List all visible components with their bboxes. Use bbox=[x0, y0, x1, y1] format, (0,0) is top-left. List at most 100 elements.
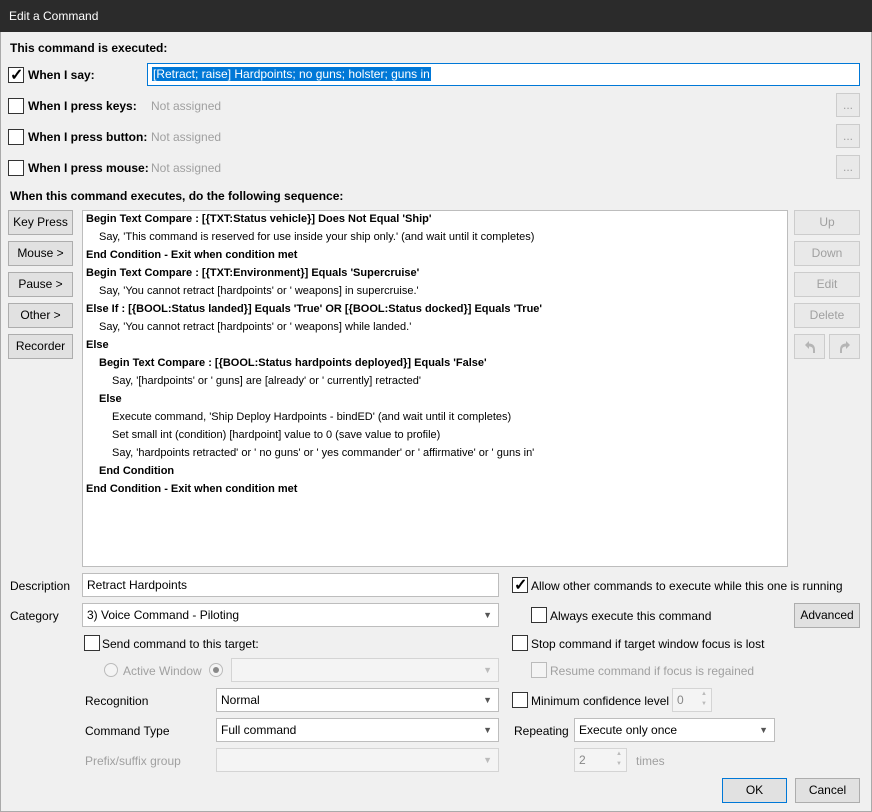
cancel-button[interactable]: Cancel bbox=[795, 778, 860, 803]
description-label: Description bbox=[10, 579, 71, 593]
times-label: times bbox=[636, 754, 665, 768]
send-target-checkbox[interactable] bbox=[84, 635, 100, 651]
category-select[interactable]: 3) Voice Command - Piloting ▼ bbox=[82, 603, 499, 627]
chevron-down-icon: ▼ bbox=[483, 725, 492, 735]
action-row[interactable]: Execute command, 'Ship Deploy Hardpoints… bbox=[112, 411, 511, 423]
when-i-say-label: When I say: bbox=[28, 68, 95, 82]
pause-menu-button[interactable]: Pause > bbox=[8, 272, 73, 297]
undo-button[interactable] bbox=[794, 334, 825, 359]
command-type-value: Full command bbox=[221, 723, 297, 737]
when-i-press-mouse-label: When I press mouse: bbox=[28, 161, 149, 175]
when-i-say-value: [Retract; raise] Hardpoints; no guns; ho… bbox=[152, 67, 431, 81]
min-confidence-checkbox[interactable] bbox=[512, 692, 528, 708]
description-input[interactable]: Retract Hardpoints bbox=[82, 573, 499, 597]
repeating-select[interactable]: Execute only once ▼ bbox=[574, 718, 775, 742]
action-row[interactable]: End Condition - Exit when condition met bbox=[86, 249, 297, 261]
recognition-label: Recognition bbox=[85, 694, 149, 708]
action-row[interactable]: Say, 'You cannot retract [hardpoints' or… bbox=[99, 285, 419, 297]
always-execute-label: Always execute this command bbox=[550, 609, 712, 623]
chevron-down-icon: ▼ bbox=[483, 610, 492, 620]
active-window-radio[interactable] bbox=[104, 663, 118, 677]
action-row[interactable]: Begin Text Compare : [{TXT:Environment}]… bbox=[86, 267, 419, 279]
delete-button[interactable]: Delete bbox=[794, 303, 860, 328]
down-button[interactable]: Down bbox=[794, 241, 860, 266]
advanced-button[interactable]: Advanced bbox=[794, 603, 860, 628]
up-button[interactable]: Up bbox=[794, 210, 860, 235]
when-i-press-keys-checkbox[interactable] bbox=[8, 98, 24, 114]
edit-button[interactable]: Edit bbox=[794, 272, 860, 297]
repeat-times-spinner[interactable]: 2 ▲ ▼ bbox=[574, 748, 627, 772]
resume-focus-checkbox[interactable] bbox=[531, 662, 547, 678]
category-label: Category bbox=[10, 609, 59, 623]
chevron-down-icon: ▼ bbox=[483, 695, 492, 705]
when-i-press-keys-label: When I press keys: bbox=[28, 99, 137, 113]
stop-focus-lost-checkbox[interactable] bbox=[512, 635, 528, 651]
repeating-label: Repeating bbox=[514, 724, 569, 738]
window-title: Edit a Command bbox=[9, 9, 99, 23]
always-execute-checkbox[interactable] bbox=[531, 607, 547, 623]
when-i-press-mouse-checkbox[interactable] bbox=[8, 160, 24, 176]
redo-button[interactable] bbox=[829, 334, 860, 359]
target-window-radio[interactable] bbox=[209, 663, 223, 677]
keys-not-assigned: Not assigned bbox=[151, 99, 222, 113]
min-confidence-spinner[interactable]: 0 ▲ ▼ bbox=[672, 688, 712, 712]
action-row[interactable]: End Condition - Exit when condition met bbox=[86, 483, 297, 495]
action-row[interactable]: Else bbox=[86, 339, 109, 351]
stop-focus-lost-label: Stop command if target window focus is l… bbox=[531, 637, 765, 651]
recognition-value: Normal bbox=[221, 693, 260, 707]
action-row[interactable]: Say, '[hardpoints' or ' guns] are [alrea… bbox=[112, 375, 421, 387]
prefix-suffix-select[interactable]: ▼ bbox=[216, 748, 499, 772]
redo-icon bbox=[839, 341, 850, 353]
active-window-label: Active Window bbox=[123, 664, 202, 678]
spin-down-icon[interactable]: ▼ bbox=[698, 700, 710, 709]
sequence-heading: When this command executes, do the follo… bbox=[10, 189, 344, 203]
spin-up-icon[interactable]: ▲ bbox=[613, 750, 625, 759]
action-row[interactable]: End Condition bbox=[99, 465, 174, 477]
min-confidence-value: 0 bbox=[677, 693, 684, 707]
mouse-not-assigned: Not assigned bbox=[151, 161, 222, 175]
chevron-down-icon: ▼ bbox=[759, 725, 768, 735]
action-row[interactable]: Set small int (condition) [hardpoint] va… bbox=[112, 429, 440, 441]
key-press-button[interactable]: Key Press bbox=[8, 210, 73, 235]
repeating-value: Execute only once bbox=[579, 723, 678, 737]
action-row[interactable]: Else If : [{BOOL:Status landed}] Equals … bbox=[86, 303, 542, 315]
ok-button[interactable]: OK bbox=[722, 778, 787, 803]
action-row[interactable]: Say, 'You cannot retract [hardpoints' or… bbox=[99, 321, 411, 333]
prefix-suffix-label: Prefix/suffix group bbox=[85, 754, 181, 768]
when-i-say-input[interactable]: [Retract; raise] Hardpoints; no guns; ho… bbox=[147, 63, 860, 86]
when-i-press-button-checkbox[interactable] bbox=[8, 129, 24, 145]
allow-other-label: Allow other commands to execute while th… bbox=[531, 579, 843, 593]
when-i-say-checkbox[interactable] bbox=[8, 65, 24, 85]
chevron-down-icon: ▼ bbox=[483, 665, 492, 675]
triggers-heading: This command is executed: bbox=[10, 41, 168, 55]
spin-up-icon[interactable]: ▲ bbox=[698, 690, 710, 699]
allow-other-checkbox[interactable] bbox=[512, 575, 528, 595]
mouse-menu-button[interactable]: Mouse > bbox=[8, 241, 73, 266]
repeat-times-value: 2 bbox=[579, 753, 586, 767]
spin-down-icon[interactable]: ▼ bbox=[613, 760, 625, 769]
undo-icon bbox=[804, 341, 815, 353]
action-row[interactable]: Begin Text Compare : [{BOOL:Status hardp… bbox=[99, 357, 487, 369]
chevron-down-icon: ▼ bbox=[483, 755, 492, 765]
min-confidence-label: Minimum confidence level bbox=[531, 694, 670, 708]
command-type-select[interactable]: Full command ▼ bbox=[216, 718, 499, 742]
action-row[interactable]: Say, 'hardpoints retracted' or ' no guns… bbox=[112, 447, 534, 459]
action-sequence-list[interactable]: Begin Text Compare : [{TXT:Status vehicl… bbox=[82, 210, 788, 567]
category-value: 3) Voice Command - Piloting bbox=[87, 608, 240, 622]
window-title-bar: Edit a Command bbox=[0, 0, 872, 32]
command-type-label: Command Type bbox=[85, 724, 170, 738]
when-i-press-button-label: When I press button: bbox=[28, 130, 148, 144]
resume-focus-label: Resume command if focus is regained bbox=[550, 664, 755, 678]
mouse-browse-button[interactable]: ... bbox=[836, 155, 860, 179]
send-target-label: Send command to this target: bbox=[102, 637, 259, 651]
target-window-select[interactable]: ▼ bbox=[231, 658, 499, 682]
action-row[interactable]: Begin Text Compare : [{TXT:Status vehicl… bbox=[86, 213, 431, 225]
button-browse-button[interactable]: ... bbox=[836, 124, 860, 148]
action-row[interactable]: Else bbox=[99, 393, 122, 405]
other-menu-button[interactable]: Other > bbox=[8, 303, 73, 328]
recorder-button[interactable]: Recorder bbox=[8, 334, 73, 359]
recognition-select[interactable]: Normal ▼ bbox=[216, 688, 499, 712]
button-not-assigned: Not assigned bbox=[151, 130, 222, 144]
action-row[interactable]: Say, 'This command is reserved for use i… bbox=[99, 231, 534, 243]
keys-browse-button[interactable]: ... bbox=[836, 93, 860, 117]
